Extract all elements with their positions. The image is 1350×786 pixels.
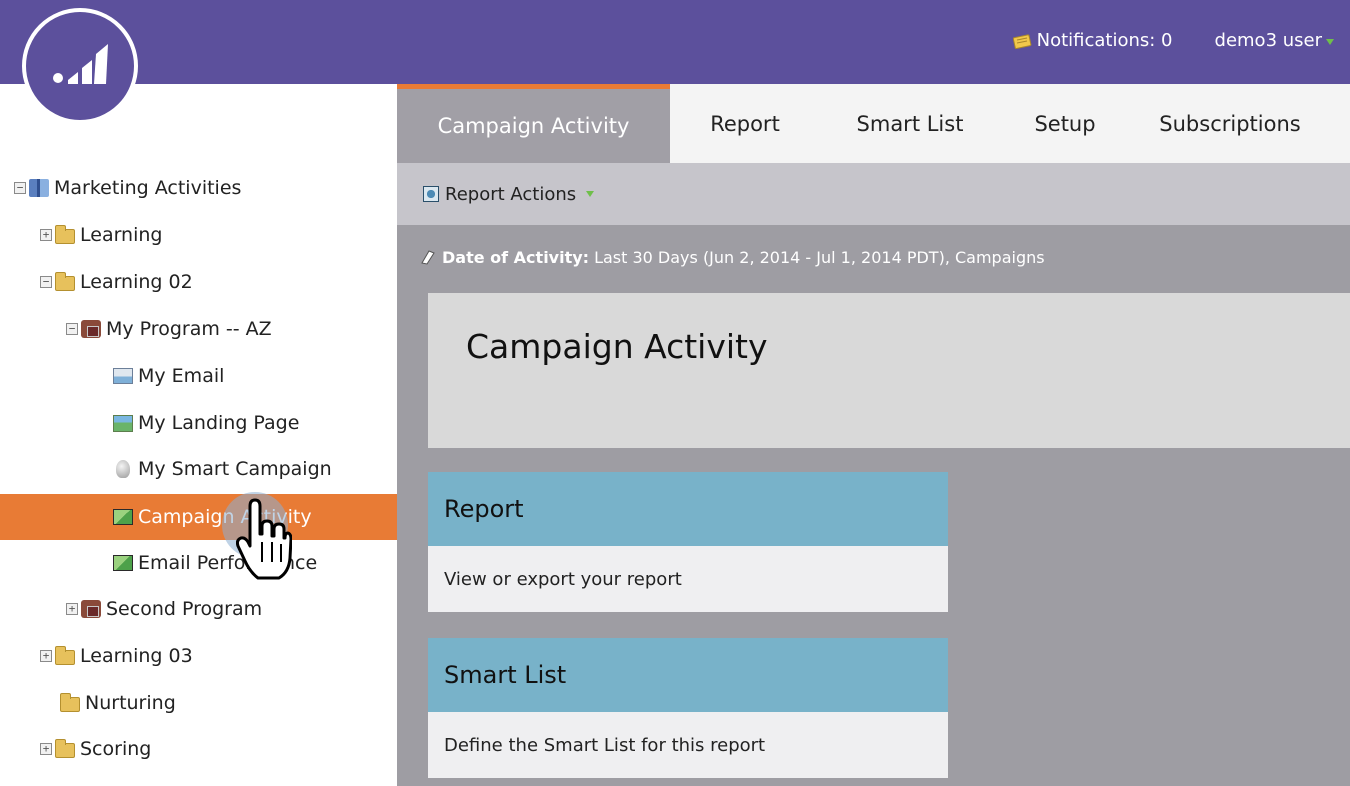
chevron-down-icon — [586, 191, 595, 197]
page-title-panel: Campaign Activity — [428, 293, 1350, 448]
tree-item-label: Learning — [80, 224, 163, 246]
tree-item-nurturing[interactable]: Nurturing — [0, 681, 397, 725]
tree-item-label: My Smart Campaign — [138, 458, 332, 480]
user-label: demo3 user — [1214, 30, 1322, 51]
folder-icon — [55, 738, 75, 758]
folder-icon — [55, 224, 75, 244]
report-actions-label: Report Actions — [445, 183, 577, 205]
tree-item-label: Learning 02 — [80, 271, 193, 293]
notifications-link[interactable]: Notifications: 0 — [1012, 30, 1173, 51]
tree-item-campaign-activity[interactable]: Campaign Activity — [0, 494, 397, 540]
card-title[interactable]: Report — [428, 472, 948, 546]
report-card[interactable]: Report View or export your report — [428, 472, 948, 612]
card-title[interactable]: Smart List — [428, 638, 948, 712]
tree-item-learning-03[interactable]: + Learning 03 — [0, 634, 397, 678]
toolbar: Report Actions — [397, 163, 1350, 225]
card-description: View or export your report — [428, 546, 948, 612]
expand-icon[interactable]: + — [40, 743, 52, 755]
landing-page-icon — [113, 414, 133, 432]
logo-container — [0, 0, 160, 130]
collapse-icon[interactable]: − — [14, 182, 26, 194]
chevron-down-icon — [1326, 38, 1334, 45]
report-actions-menu[interactable]: Report Actions — [423, 183, 595, 205]
folder-icon — [55, 271, 75, 291]
tree-item-learning[interactable]: + Learning — [0, 213, 397, 257]
tab-subscriptions[interactable]: Subscriptions — [1130, 84, 1330, 163]
main-panel: Campaign Activity Report Smart List Setu… — [397, 84, 1350, 786]
top-bar: Notifications: 0 demo3 user — [0, 0, 1350, 84]
expand-icon[interactable]: + — [40, 229, 52, 241]
report-icon — [113, 509, 133, 525]
report-icon — [113, 555, 133, 571]
notifications-icon — [1012, 33, 1032, 49]
marketing-activities-tree: − Marketing Activities + Learning − Lear… — [0, 84, 397, 786]
smart-campaign-icon — [116, 460, 130, 478]
collapse-icon[interactable]: − — [40, 276, 52, 288]
tree-item-my-program-az[interactable]: − My Program -- AZ — [0, 307, 397, 351]
user-menu[interactable]: demo3 user — [1215, 30, 1334, 51]
tab-report[interactable]: Report — [670, 84, 820, 163]
program-icon — [81, 320, 101, 338]
top-nav: Notifications: 0 demo3 user — [1012, 0, 1350, 84]
tree-item-my-landing-page[interactable]: My Landing Page — [0, 401, 397, 445]
tree-item-label: My Landing Page — [138, 412, 300, 434]
expand-icon[interactable]: + — [66, 603, 78, 615]
tree-item-label: Second Program — [106, 598, 263, 620]
filter-value: Last 30 Days (Jun 2, 2014 - Jul 1, 2014 … — [594, 247, 1045, 267]
notifications-label: Notifications: 0 — [1036, 30, 1173, 51]
tree-item-marketing-activities[interactable]: − Marketing Activities — [0, 166, 397, 210]
folder-icon — [55, 645, 75, 665]
tab-smart-list[interactable]: Smart List — [820, 84, 1000, 163]
tree-item-email-performance[interactable]: Email Performance — [0, 541, 397, 585]
tree-item-label: My Email — [138, 365, 225, 387]
tree-item-label: Learning 03 — [80, 645, 193, 667]
tab-campaign-activity[interactable]: Campaign Activity — [397, 84, 670, 163]
tab-bar: Campaign Activity Report Smart List Setu… — [397, 84, 1350, 163]
hand-pointer-cursor-icon — [236, 498, 292, 580]
tree-item-label: Nurturing — [85, 692, 176, 714]
smart-list-card[interactable]: Smart List Define the Smart List for thi… — [428, 638, 948, 778]
folder-icon — [60, 692, 80, 712]
tree-item-scoring[interactable]: + Scoring — [0, 727, 397, 771]
books-icon — [29, 179, 49, 197]
filter-icon — [421, 250, 435, 265]
report-actions-icon — [423, 186, 439, 202]
tree-item-my-smart-campaign[interactable]: My Smart Campaign — [0, 447, 397, 491]
bar-chart-logo-icon — [53, 44, 108, 84]
tab-setup[interactable]: Setup — [1000, 84, 1130, 163]
marketo-logo[interactable] — [22, 8, 138, 124]
card-description: Define the Smart List for this report — [428, 712, 948, 778]
tree-item-label: Scoring — [80, 738, 152, 760]
filter-summary[interactable]: Date of Activity: Last 30 Days (Jun 2, 2… — [397, 225, 1350, 289]
filter-label: Date of Activity: — [442, 247, 590, 267]
tree-item-label: Marketing Activities — [54, 177, 242, 199]
collapse-icon[interactable]: − — [66, 323, 78, 335]
tree-item-label: My Program -- AZ — [106, 318, 272, 340]
tree-item-second-program[interactable]: + Second Program — [0, 587, 397, 631]
tree-item-learning-02[interactable]: − Learning 02 — [0, 260, 397, 304]
tree-item-my-email[interactable]: My Email — [0, 354, 397, 398]
program-icon — [81, 600, 101, 618]
expand-icon[interactable]: + — [40, 650, 52, 662]
email-icon — [113, 368, 133, 384]
page-title: Campaign Activity — [466, 327, 768, 366]
